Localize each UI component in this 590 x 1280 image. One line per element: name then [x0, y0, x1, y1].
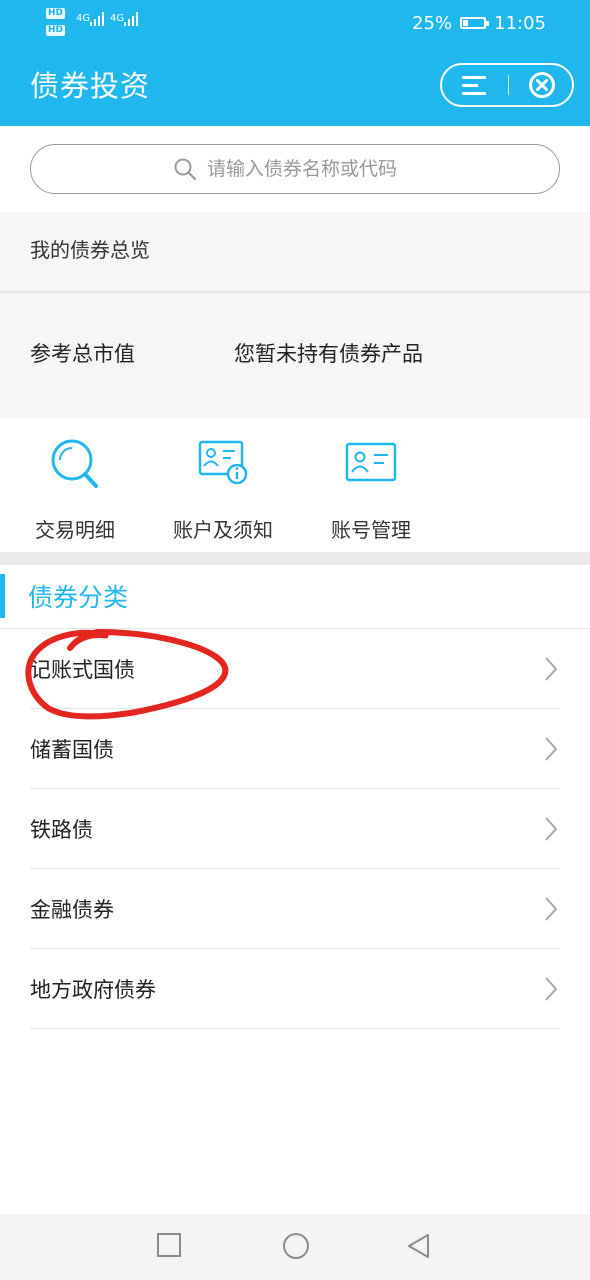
shortcut-account-info[interactable]: 账户及须知	[148, 436, 298, 543]
shortcut-label: 交易明细	[35, 518, 115, 542]
status-right: 25% 11:05	[412, 12, 546, 34]
close-button[interactable]	[510, 65, 574, 105]
search-input[interactable]	[207, 158, 417, 180]
chevron-right-icon	[545, 977, 558, 1001]
capsule-divider	[508, 75, 509, 95]
shortcut-account-management[interactable]: 账号管理	[296, 436, 446, 543]
signal-bars-icon	[124, 12, 138, 26]
category-label: 储蓄国债	[30, 738, 114, 762]
category-item-book-entry-treasury[interactable]: 记账式国债	[30, 630, 560, 709]
shortcut-label: 账户及须知	[173, 518, 273, 542]
triangle-back-icon[interactable]	[406, 1232, 432, 1260]
hd-badge: HD	[46, 25, 66, 36]
category-item-savings-treasury[interactable]: 储蓄国债	[30, 710, 560, 789]
signal-label: 4G	[76, 13, 91, 24]
signal-label: 4G	[110, 13, 125, 24]
signal-bars-icon	[90, 12, 104, 26]
page-title: 债券投资	[30, 69, 151, 103]
section-title: 债券分类	[28, 583, 129, 612]
shortcut-label: 账号管理	[331, 518, 411, 542]
section-header: 债券分类	[0, 566, 590, 628]
chevron-right-icon	[545, 897, 558, 921]
account-info-icon	[198, 440, 248, 485]
section-accent-bar	[0, 574, 5, 618]
category-label: 金融债券	[30, 898, 114, 922]
chevron-right-icon	[545, 657, 558, 681]
status-bar: HD HD 4G 4G 25% 11:05	[0, 0, 590, 44]
battery-icon	[460, 17, 490, 29]
circle-icon[interactable]	[282, 1232, 310, 1260]
category-item-financial-bond[interactable]: 金融债券	[30, 870, 560, 949]
shortcut-transaction-details[interactable]: 交易明细	[0, 436, 150, 543]
chevron-right-icon	[545, 737, 558, 761]
account-card-icon	[345, 442, 397, 482]
bond-overview: 我的债券总览 参考总市值 您暂未持有债券产品	[0, 212, 590, 418]
divider	[0, 628, 590, 629]
category-item-railway-bond[interactable]: 铁路债	[30, 790, 560, 869]
signal-indicators: HD HD 4G 4G	[46, 6, 156, 40]
system-nav-bar	[0, 1214, 590, 1280]
category-label: 铁路债	[30, 818, 93, 842]
clock: 11:05	[494, 12, 546, 34]
battery-percent: 25%	[412, 12, 453, 34]
category-item-local-government-bond[interactable]: 地方政府债券	[30, 950, 560, 1029]
close-circle-icon	[529, 72, 555, 98]
magnifier-icon	[51, 439, 98, 488]
section-spacer	[0, 552, 590, 565]
search-icon	[174, 158, 197, 181]
category-label: 记账式国债	[30, 658, 135, 682]
divider	[0, 291, 590, 293]
market-value-label: 参考总市值	[30, 342, 135, 366]
square-icon[interactable]	[156, 1232, 182, 1258]
chevron-right-icon	[545, 817, 558, 841]
overview-heading: 我的债券总览	[30, 238, 150, 262]
app-header: HD HD 4G 4G 25% 11:05 债券投资	[0, 0, 590, 126]
search-bar[interactable]	[30, 144, 560, 194]
header-capsule	[440, 63, 574, 107]
category-label: 地方政府债券	[30, 978, 156, 1002]
menu-button[interactable]	[442, 65, 506, 105]
search-area	[0, 126, 590, 212]
market-value-text: 您暂未持有债券产品	[234, 342, 423, 366]
menu-icon	[462, 76, 486, 95]
hd-badge: HD	[46, 8, 66, 19]
